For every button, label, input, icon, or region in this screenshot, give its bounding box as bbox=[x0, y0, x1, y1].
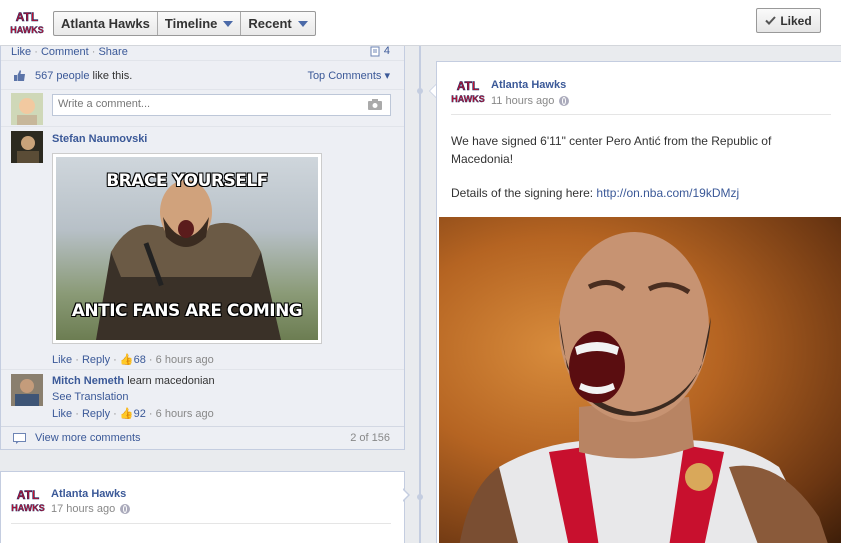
comment-author[interactable]: Mitch Nemeth bbox=[52, 375, 124, 387]
comment-reply-link[interactable]: Reply bbox=[82, 354, 110, 366]
like-summary: 567 people like this. Top Comments ▾ bbox=[1, 62, 404, 90]
crumb-recent-label: Recent bbox=[248, 16, 292, 31]
comment-item: Stefan Naumovski BRACE YOURSELF ANTIC FA… bbox=[1, 127, 404, 369]
comment-reply-link[interactable]: Reply bbox=[82, 408, 110, 420]
post-details-link[interactable]: http://on.nba.com/19kDMzj bbox=[596, 186, 739, 200]
player-photo bbox=[459, 232, 828, 543]
separator: · bbox=[91, 46, 96, 58]
thumbs-up-icon: 👍 bbox=[119, 354, 134, 366]
crumb-timeline[interactable]: Timeline bbox=[158, 12, 242, 35]
see-translation-link[interactable]: See Translation bbox=[52, 391, 128, 403]
meme-picture: BRACE YOURSELF ANTIC FANS ARE COMING bbox=[56, 157, 318, 340]
globe-icon bbox=[120, 504, 131, 514]
camera-icon[interactable] bbox=[368, 99, 382, 110]
separator: · bbox=[34, 46, 38, 58]
comment-link[interactable]: Comment bbox=[41, 46, 89, 58]
meme-image[interactable]: BRACE YOURSELF ANTIC FANS ARE COMING bbox=[52, 153, 322, 344]
comment-time[interactable]: 6 hours ago bbox=[156, 408, 214, 420]
top-comments-label: Top Comments bbox=[307, 70, 382, 82]
atlanta-hawks-logo[interactable]: ATL HAWKS bbox=[451, 79, 485, 105]
logo-top-text: ATL bbox=[457, 79, 479, 93]
crumb-recent[interactable]: Recent bbox=[241, 12, 314, 35]
logo-top-text: ATL bbox=[16, 10, 38, 24]
crumb-page[interactable]: Atlanta Hawks bbox=[54, 12, 158, 35]
right-post-card: ATL HAWKS Atlanta Hawks 11 hours ago We … bbox=[436, 61, 841, 543]
atlanta-hawks-logo[interactable]: ATL HAWKS bbox=[11, 488, 45, 514]
like-link[interactable]: Like bbox=[11, 46, 31, 58]
chevron-down-icon bbox=[223, 20, 234, 27]
timeline-spine bbox=[419, 46, 421, 543]
crumb-timeline-label: Timeline bbox=[164, 16, 218, 31]
post-author[interactable]: Atlanta Hawks bbox=[491, 79, 566, 91]
write-comment-row: Write a comment... bbox=[1, 90, 404, 127]
thumbs-up-icon bbox=[14, 70, 25, 81]
comment-author[interactable]: Stefan Naumovski bbox=[52, 133, 147, 145]
thumbs-up-icon: 👍 bbox=[119, 408, 134, 420]
avatar[interactable] bbox=[11, 131, 43, 163]
meme-bottom-text: ANTIC FANS ARE COMING bbox=[71, 301, 303, 321]
divider bbox=[11, 523, 391, 524]
breadcrumb: Atlanta Hawks Timeline Recent bbox=[53, 11, 316, 36]
avatar[interactable] bbox=[11, 374, 43, 406]
check-icon bbox=[765, 16, 777, 25]
post-time-row: 17 hours ago bbox=[51, 503, 131, 515]
globe-icon bbox=[559, 96, 570, 106]
chevron-down-icon bbox=[297, 20, 308, 27]
avatar bbox=[11, 93, 43, 125]
logo-top-text: ATL bbox=[17, 488, 39, 502]
comment-item: Mitch Nemeth learn macedonian See Transl… bbox=[1, 369, 404, 426]
comment-like-link[interactable]: Like bbox=[52, 408, 72, 420]
comment-text: learn macedonian bbox=[127, 375, 215, 387]
comment-like-link[interactable]: Like bbox=[52, 354, 72, 366]
atlanta-hawks-logo[interactable]: ATL HAWKS bbox=[10, 10, 44, 36]
post-time[interactable]: 11 hours ago bbox=[491, 95, 554, 107]
comment-like-count[interactable]: 92 bbox=[134, 408, 146, 420]
comment-icon bbox=[370, 46, 380, 56]
comment-like-count[interactable]: 68 bbox=[134, 354, 146, 366]
comment-count[interactable]: 4 bbox=[370, 45, 390, 57]
logo-bottom-text: HAWKS bbox=[11, 503, 45, 513]
post-details-prefix: Details of the signing here: bbox=[451, 186, 597, 200]
post-text: We have signed 6'11" center Pero Antić f… bbox=[451, 134, 772, 166]
comments-icon bbox=[13, 433, 26, 444]
share-link[interactable]: Share bbox=[98, 46, 127, 58]
comment-count-value: 4 bbox=[383, 45, 390, 57]
comment-input-placeholder: Write a comment... bbox=[58, 98, 151, 110]
like-suffix: like this. bbox=[89, 70, 133, 82]
card-pointer-inner bbox=[402, 489, 408, 501]
top-comments-dropdown[interactable]: Top Comments ▾ bbox=[307, 62, 390, 90]
timeline-dot bbox=[417, 494, 423, 500]
logo-bottom-text: HAWKS bbox=[451, 94, 485, 104]
post-actions: Like · Comment · Share 4 bbox=[1, 45, 404, 61]
crumb-page-label: Atlanta Hawks bbox=[61, 16, 150, 31]
divider bbox=[451, 114, 831, 115]
view-more-row: View more comments 2 of 156 bbox=[1, 426, 404, 449]
liked-label: Liked bbox=[780, 13, 812, 28]
post-photo[interactable] bbox=[439, 217, 841, 543]
page-header: ATL HAWKS Atlanta Hawks Timeline Recent … bbox=[0, 0, 841, 46]
post-time[interactable]: 17 hours ago bbox=[51, 503, 115, 515]
comments-area: Like · Comment · Share 4 567 people like… bbox=[1, 45, 404, 449]
comments-pager: 2 of 156 bbox=[350, 432, 390, 444]
like-count-link[interactable]: 567 people bbox=[35, 70, 89, 82]
comment-meta: Like · Reply · 👍68 · 6 hours ago bbox=[52, 354, 214, 366]
logo-bottom-text: HAWKS bbox=[10, 25, 44, 35]
timeline-dot bbox=[417, 88, 423, 94]
comment-input[interactable]: Write a comment... bbox=[52, 94, 391, 116]
post-author[interactable]: Atlanta Hawks bbox=[51, 488, 126, 500]
comment-meta: Like · Reply · 👍92 · 6 hours ago bbox=[52, 408, 214, 420]
left-post-card: Like · Comment · Share 4 567 people like… bbox=[0, 45, 405, 450]
comment-time[interactable]: 6 hours ago bbox=[156, 354, 214, 366]
comment-line: Mitch Nemeth learn macedonian bbox=[52, 375, 215, 387]
left-post-card-2: ATL HAWKS Atlanta Hawks 17 hours ago bbox=[0, 471, 405, 543]
post-time-row: 11 hours ago bbox=[491, 95, 570, 107]
liked-button[interactable]: Liked bbox=[756, 8, 821, 33]
post-details: Details of the signing here: http://on.n… bbox=[451, 186, 739, 200]
meme-top-text: BRACE YOURSELF bbox=[106, 171, 268, 191]
view-more-comments-link[interactable]: View more comments bbox=[35, 432, 141, 444]
